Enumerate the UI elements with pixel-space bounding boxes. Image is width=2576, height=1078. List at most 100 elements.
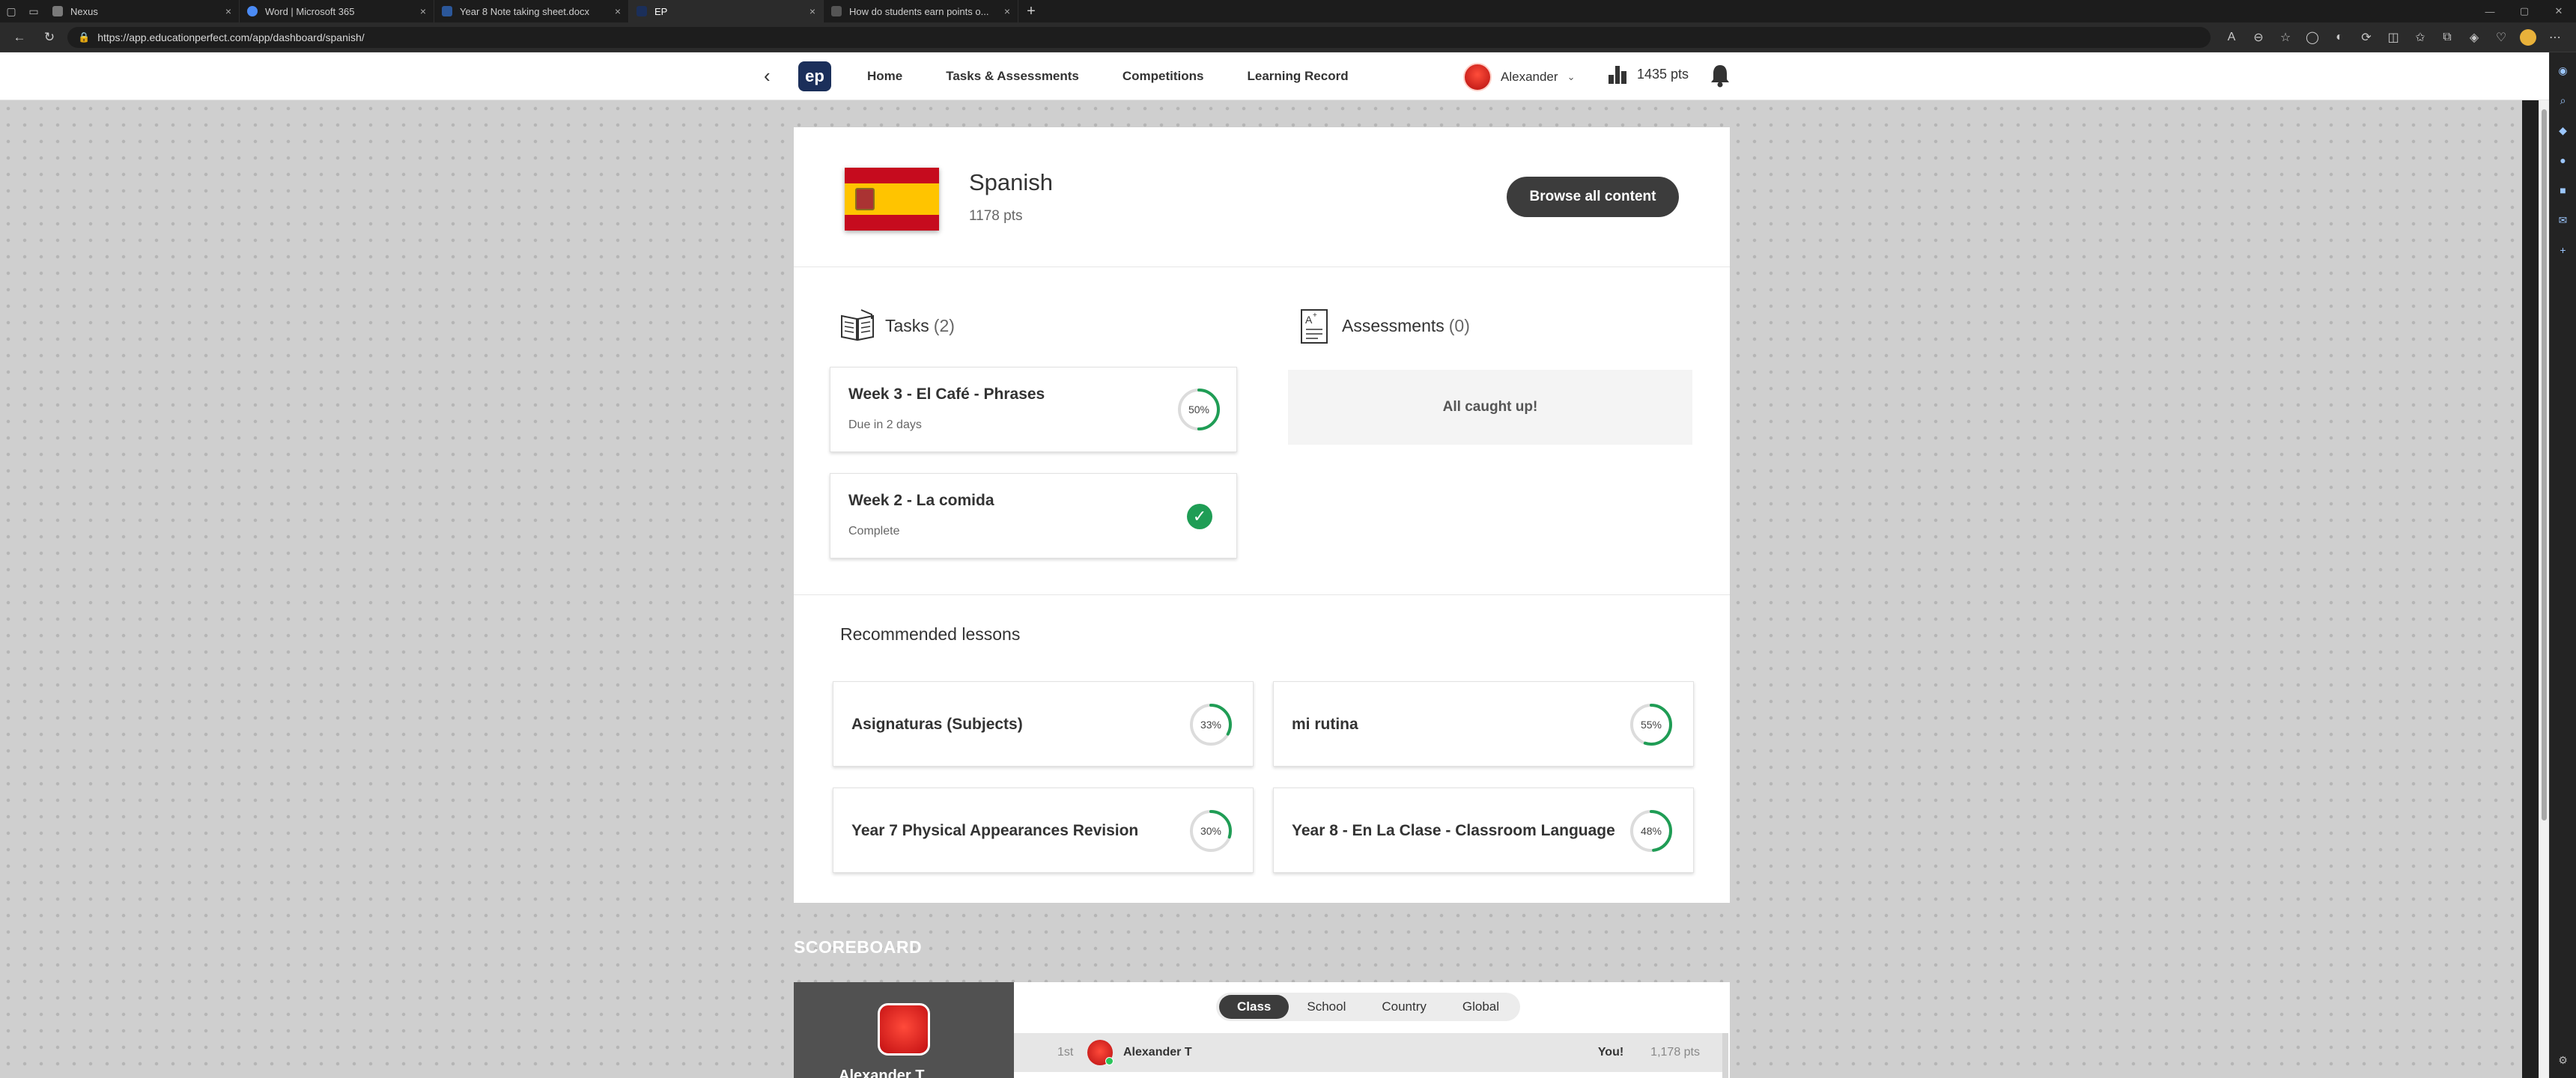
page-background: Spanish 1178 pts Browse all content Task… <box>0 100 2522 1078</box>
browser-sidebar: ◉ ⌕ ◆ ● ■ ✉ + ⚙ <box>2549 52 2576 1078</box>
scrollbar-thumb[interactable] <box>2542 109 2547 820</box>
user-menu[interactable]: Alexander ⌄ <box>1463 63 1575 91</box>
tab-label: Nexus <box>70 5 98 17</box>
lock-icon: 🔒 <box>78 31 91 43</box>
recommended-lessons-heading: Recommended lessons <box>840 624 1021 644</box>
lesson-title: mi rutina <box>1292 716 1358 733</box>
task-status: Complete <box>848 525 900 538</box>
total-points: 1435 pts <box>1637 66 1689 82</box>
more-menu-icon[interactable]: ⋯ <box>2542 25 2569 49</box>
close-tab-icon[interactable]: × <box>420 5 426 17</box>
avatar <box>878 1003 930 1056</box>
minimize-icon[interactable]: — <box>2473 0 2507 22</box>
svg-text:A: A <box>1305 314 1313 326</box>
task-card[interactable]: Week 3 - El Café - Phrases Due in 2 days… <box>830 367 1237 452</box>
progress-ring: 30% <box>1188 808 1233 853</box>
leaderboard-icon <box>1609 64 1628 84</box>
back-chevron-icon[interactable]: ‹ <box>764 64 771 88</box>
close-tab-icon[interactable]: × <box>615 5 621 17</box>
tab-overview-icon[interactable]: ▭ <box>22 0 45 22</box>
favorites-icon[interactable]: ✩ <box>2407 25 2434 49</box>
copilot-icon[interactable]: ◉ <box>2553 60 2574 81</box>
lesson-title: Year 7 Physical Appearances Revision <box>851 822 1139 839</box>
outlook-icon[interactable]: ✉ <box>2553 210 2574 231</box>
extension-icon[interactable]: ◯ <box>2299 25 2326 49</box>
scoreboard-tabs: Class School Country Global <box>1216 993 1521 1021</box>
tab-actions-icon[interactable]: ▢ <box>0 0 22 22</box>
player-points: 1,178 pts <box>1650 1046 1700 1059</box>
split-screen-icon[interactable]: ◫ <box>2380 25 2407 49</box>
page-scrollbar[interactable] <box>2539 100 2549 1078</box>
add-sidebar-app-icon[interactable]: + <box>2553 240 2574 261</box>
avatar <box>1463 63 1492 91</box>
lesson-card[interactable]: mi rutina 55% <box>1273 681 1694 767</box>
extensions-icon[interactable]: ◈ <box>2461 25 2488 49</box>
refresh-icon[interactable]: ↻ <box>37 25 61 49</box>
lesson-card[interactable]: Asignaturas (Subjects) 33% <box>833 681 1254 767</box>
search-icon[interactable]: ⌕ <box>2553 90 2574 111</box>
browser-essentials-icon[interactable]: ♡ <box>2488 25 2515 49</box>
maximize-icon[interactable]: ▢ <box>2507 0 2542 22</box>
tab-favicon-icon <box>637 6 647 16</box>
book-icon <box>841 309 874 341</box>
favorite-star-icon[interactable]: ☆ <box>2272 25 2299 49</box>
browser-tab[interactable]: Word | Microsoft 365 × <box>240 0 434 22</box>
url-field[interactable]: 🔒 https://app.educationperfect.com/app/d… <box>67 26 2211 48</box>
course-card: Spanish 1178 pts Browse all content Task… <box>794 127 1730 903</box>
extension-icon[interactable]: ◐ <box>2326 25 2353 49</box>
browser-tab-active[interactable]: EP × <box>629 0 824 22</box>
zoom-icon[interactable]: ⊖ <box>2245 25 2272 49</box>
task-card[interactable]: Week 2 - La comida Complete ✓ <box>830 473 1237 558</box>
site-header: ‹ ep Home Tasks & Assessments Competitio… <box>0 52 2549 100</box>
close-window-icon[interactable]: ✕ <box>2542 0 2576 22</box>
sidebar-settings-icon[interactable]: ⚙ <box>2553 1050 2574 1071</box>
nav-competitions[interactable]: Competitions <box>1123 69 1204 84</box>
complete-check-icon: ✓ <box>1187 504 1212 529</box>
shopping-icon[interactable]: ◆ <box>2553 120 2574 141</box>
tab-school[interactable]: School <box>1289 995 1364 1019</box>
new-tab-button[interactable]: + <box>1018 0 1044 22</box>
browse-all-content-button[interactable]: Browse all content <box>1507 177 1679 217</box>
nav-learning-record[interactable]: Learning Record <box>1248 69 1349 84</box>
lesson-card[interactable]: Year 8 - En La Clase - Classroom Languag… <box>1273 788 1694 873</box>
office-icon[interactable]: ■ <box>2553 180 2574 201</box>
progress-ring: 55% <box>1629 702 1674 747</box>
read-aloud-icon[interactable]: A <box>2218 25 2245 49</box>
close-tab-icon[interactable]: × <box>1004 5 1010 17</box>
progress-percent: 48% <box>1640 825 1662 837</box>
points-display[interactable]: 1435 pts <box>1609 64 1689 84</box>
scoreboard-scrollbar[interactable] <box>1722 1033 1728 1078</box>
url-text: https://app.educationperfect.com/app/das… <box>97 31 365 43</box>
task-title: Week 3 - El Café - Phrases <box>848 386 1045 403</box>
nav-home[interactable]: Home <box>867 69 902 84</box>
back-icon[interactable]: ← <box>7 25 31 49</box>
profile-avatar[interactable] <box>2515 25 2542 49</box>
address-bar-row: ← ↻ 🔒 https://app.educationperfect.com/a… <box>0 22 2576 52</box>
tab-global[interactable]: Global <box>1445 995 1517 1019</box>
notification-bell-icon[interactable] <box>1709 63 1731 88</box>
tab-class[interactable]: Class <box>1219 995 1289 1019</box>
collections-icon[interactable]: ⧉ <box>2434 25 2461 49</box>
scoreboard-panel: Alexander T Class School Country Global … <box>794 982 1730 1078</box>
browser-tab[interactable]: Year 8 Note taking sheet.docx × <box>434 0 629 22</box>
assessments-header: A + Assessments (0) <box>1295 307 1470 344</box>
tools-icon[interactable]: ● <box>2553 150 2574 171</box>
ep-logo[interactable]: ep <box>798 61 831 91</box>
tab-favicon-icon <box>831 6 842 16</box>
close-tab-icon[interactable]: × <box>809 5 815 17</box>
tab-favicon-icon <box>52 6 63 16</box>
tab-favicon-icon <box>247 6 258 16</box>
close-tab-icon[interactable]: × <box>225 5 231 17</box>
spain-flag-icon <box>845 168 939 231</box>
browser-tab[interactable]: Nexus × <box>45 0 240 22</box>
tasks-label: Tasks <box>885 315 929 335</box>
tab-label: How do students earn points o... <box>849 5 989 17</box>
you-badge: You! <box>1597 1046 1624 1059</box>
tab-country[interactable]: Country <box>1364 995 1445 1019</box>
browser-tab[interactable]: How do students earn points o... × <box>824 0 1018 22</box>
assessment-document-icon: A + <box>1301 309 1328 344</box>
extension-icon[interactable]: ⟳ <box>2353 25 2380 49</box>
nav-tasks-assessments[interactable]: Tasks & Assessments <box>946 69 1079 84</box>
chevron-down-icon: ⌄ <box>1567 71 1576 82</box>
lesson-card[interactable]: Year 7 Physical Appearances Revision 30% <box>833 788 1254 873</box>
